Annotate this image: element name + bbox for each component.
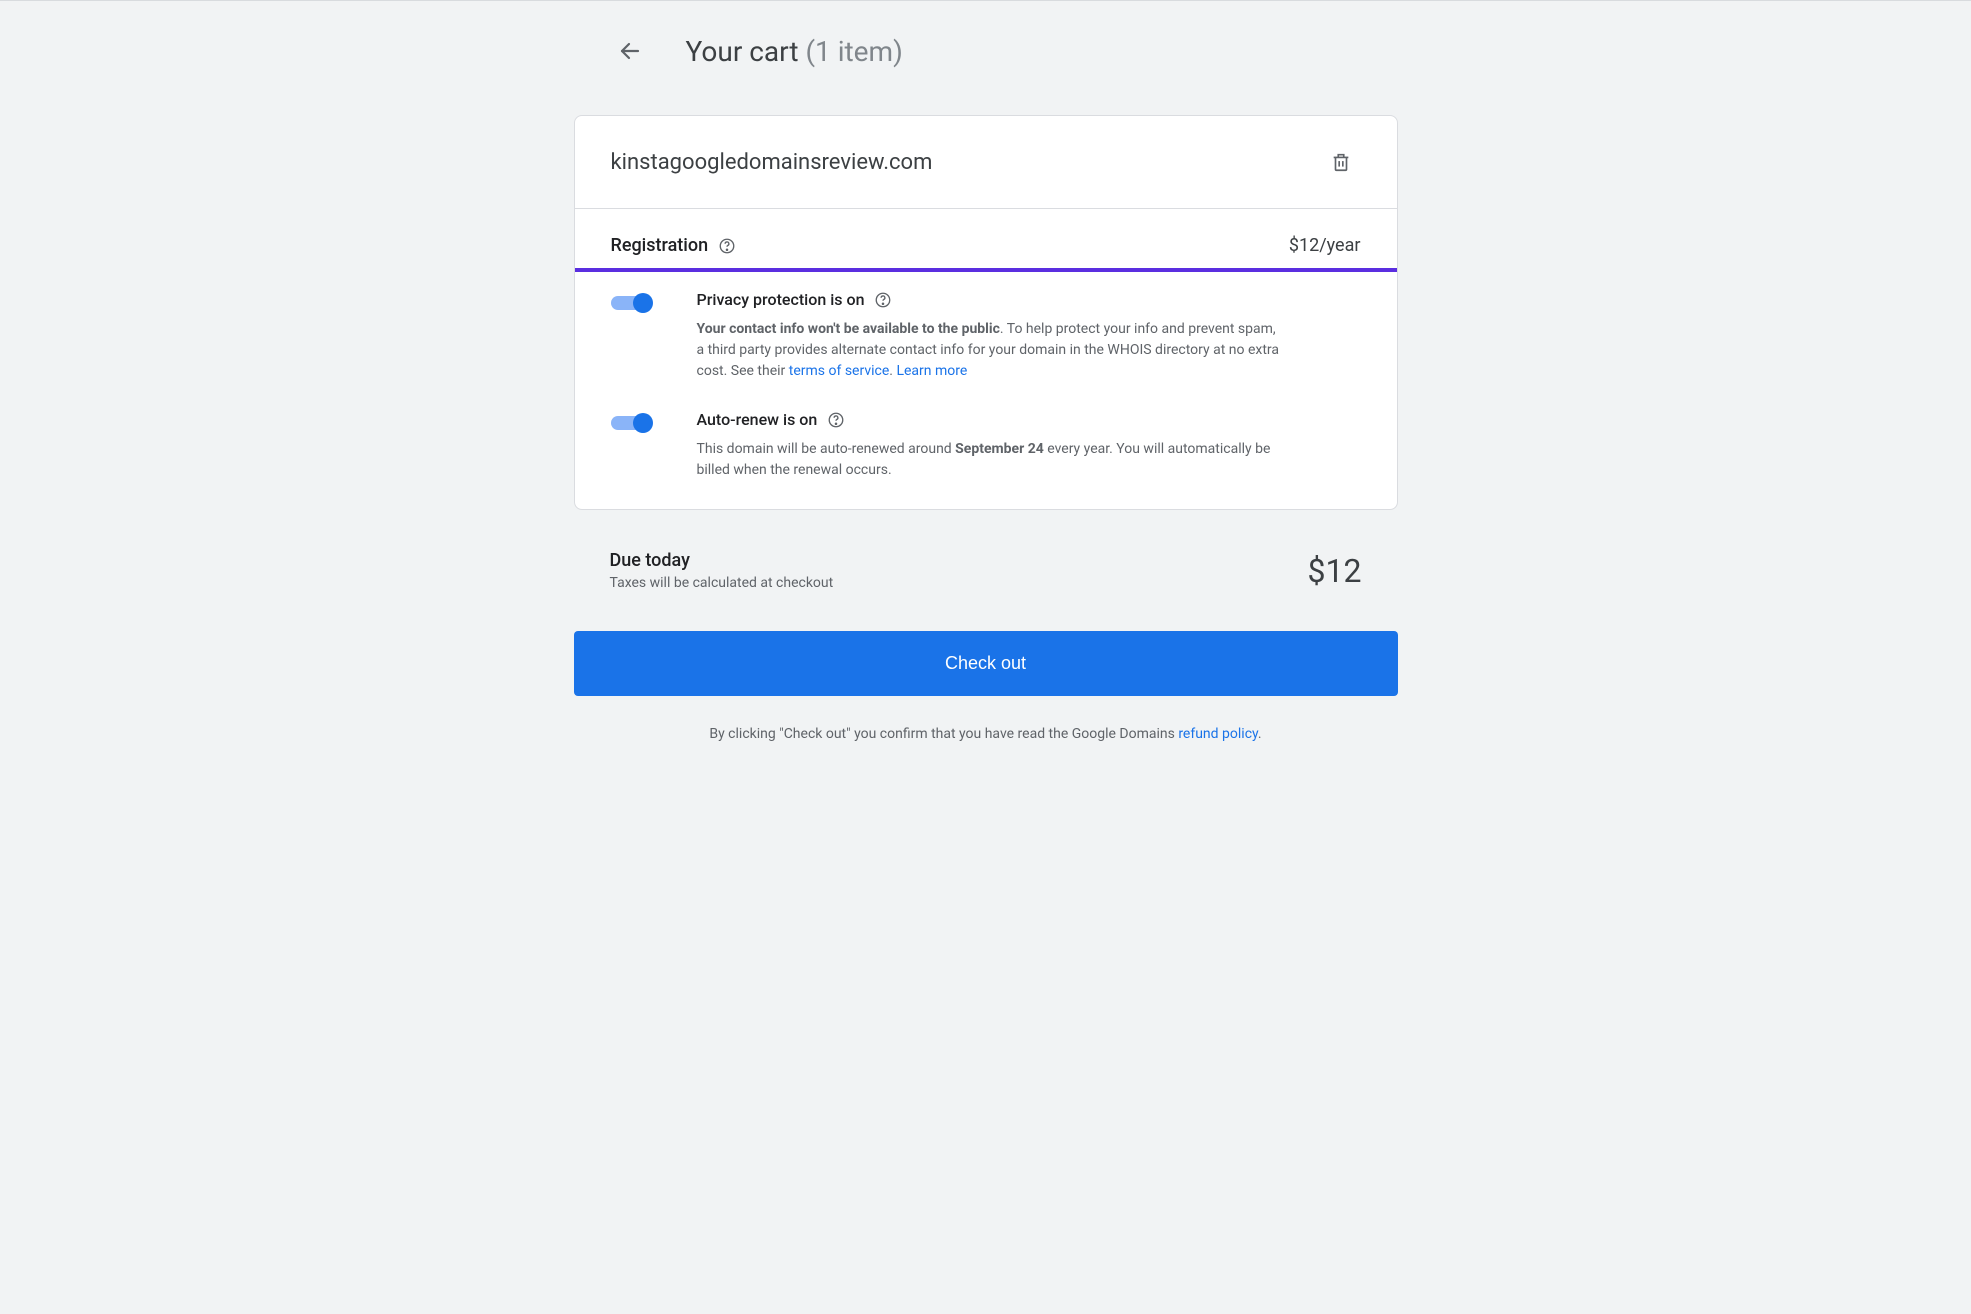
due-amount: $12: [1308, 552, 1362, 590]
trash-icon: [1330, 151, 1352, 173]
cart-card: kinstagoogledomainsreview.com Registrati…: [574, 115, 1398, 510]
autorenew-toggle[interactable]: [611, 411, 653, 435]
registration-text: Registration: [611, 235, 709, 256]
due-title: Due today: [610, 550, 834, 571]
options-highlight: Privacy protection is on Your contact in…: [574, 268, 1398, 510]
delete-button[interactable]: [1321, 142, 1361, 182]
help-icon[interactable]: [874, 291, 892, 309]
arrow-left-icon: [618, 39, 642, 63]
autorenew-date: September 24: [955, 441, 1044, 457]
autorenew-title-text: Auto-renew is on: [697, 410, 818, 429]
registration-row: Registration $12/year: [575, 209, 1397, 272]
registration-price: $12/year: [1289, 235, 1361, 256]
privacy-title: Privacy protection is on: [697, 290, 1285, 309]
refund-policy-link[interactable]: refund policy: [1178, 726, 1258, 742]
due-row: Due today Taxes will be calculated at ch…: [574, 550, 1398, 591]
privacy-desc-bold: Your contact info won't be available to …: [697, 321, 1000, 337]
privacy-toggle[interactable]: [611, 291, 653, 315]
page-title: Your cart (1 item): [686, 35, 903, 68]
terms-link[interactable]: terms of service: [789, 363, 890, 379]
domain-name: kinstagoogledomainsreview.com: [611, 150, 933, 175]
confirm-period: .: [1258, 726, 1262, 742]
autorenew-desc-start: This domain will be auto-renewed around: [697, 441, 956, 457]
item-count: (1 item): [805, 35, 902, 68]
privacy-description: Your contact info won't be available to …: [697, 319, 1285, 382]
confirm-pre: By clicking "Check out" you confirm that…: [709, 726, 1178, 742]
autorenew-title: Auto-renew is on: [697, 410, 1285, 429]
back-button[interactable]: [610, 31, 650, 71]
privacy-title-text: Privacy protection is on: [697, 290, 865, 309]
privacy-option: Privacy protection is on Your contact in…: [611, 290, 1361, 382]
page-header: Your cart (1 item): [574, 31, 1398, 71]
learn-more-link[interactable]: Learn more: [896, 363, 967, 379]
registration-label: Registration: [611, 235, 737, 256]
autorenew-description: This domain will be auto-renewed around …: [697, 439, 1285, 481]
domain-row: kinstagoogledomainsreview.com: [575, 116, 1397, 209]
help-icon[interactable]: [718, 237, 736, 255]
checkout-button[interactable]: Check out: [574, 631, 1398, 696]
help-icon[interactable]: [827, 411, 845, 429]
autorenew-option: Auto-renew is on This domain will be aut…: [611, 410, 1361, 481]
confirm-text: By clicking "Check out" you confirm that…: [574, 726, 1398, 742]
title-text: Your cart: [686, 35, 806, 68]
due-subtitle: Taxes will be calculated at checkout: [610, 575, 834, 591]
